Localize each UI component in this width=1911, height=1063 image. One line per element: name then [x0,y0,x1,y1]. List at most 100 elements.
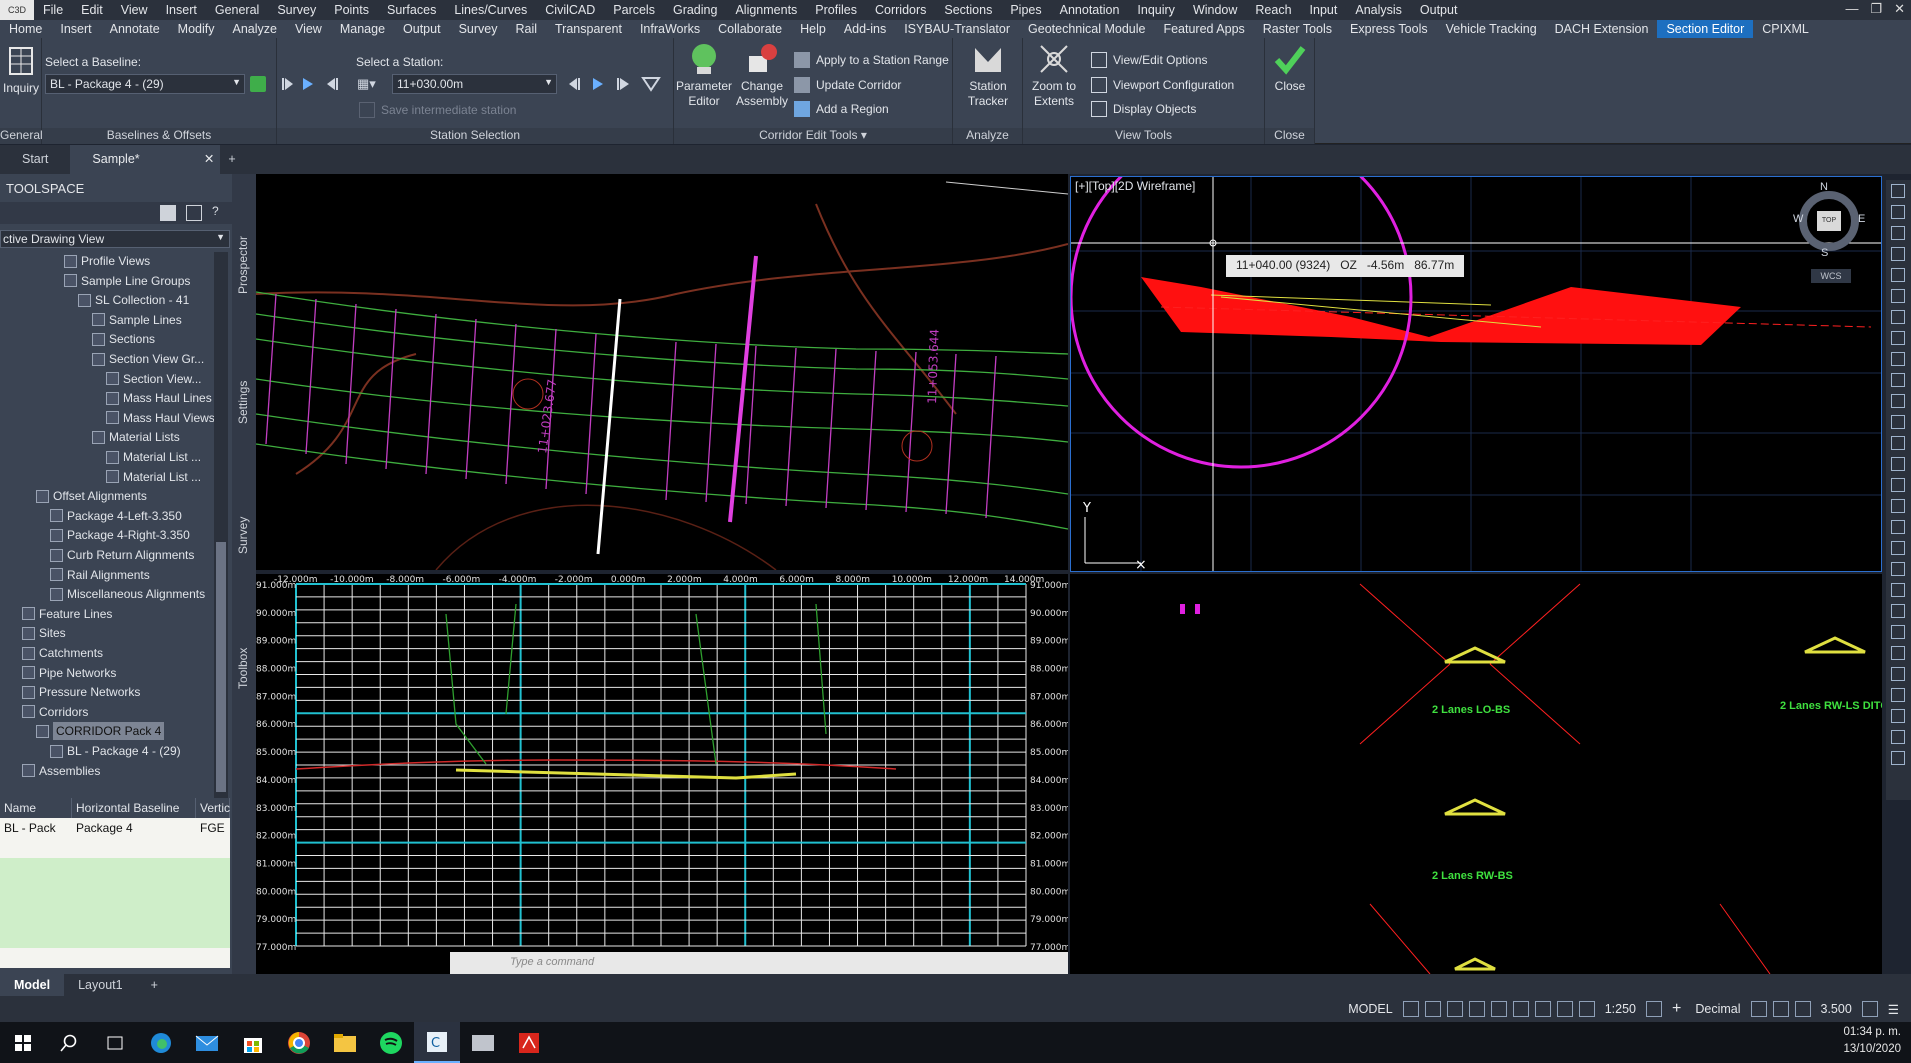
menu-item-survey[interactable]: Survey [268,3,325,17]
acrobat-icon[interactable] [506,1022,552,1063]
ribbon-tab-section-editor[interactable]: Section Editor [1657,20,1754,38]
palette-tool-icon[interactable] [1891,730,1905,744]
menu-item-alignments[interactable]: Alignments [726,3,806,17]
menu-item-lines-curves[interactable]: Lines/Curves [445,3,536,17]
tab-model[interactable]: Model [0,974,65,996]
tree-item[interactable]: Pressure Networks [22,683,140,701]
tab-sample[interactable]: Sample* ✕ [70,145,221,174]
viewport-section[interactable]: -12.000m -10.000m -8.000m -6.000m -4.000m -2.… [256,574,1068,974]
elevation-value[interactable]: 3.500 [1817,1002,1856,1016]
ribbon-tab-dach-extension[interactable]: DACH Extension [1546,20,1658,38]
tab-layout1[interactable]: Layout1 [64,974,136,996]
chrome-icon[interactable] [276,1022,322,1063]
tree-item[interactable]: Package 4-Left-3.350 [50,507,182,525]
restore-icon[interactable]: ❐ [1870,1,1882,17]
add-region-button[interactable]: Add a Region [794,101,889,117]
tree-item[interactable]: Offset Alignments [36,487,147,505]
tree-item[interactable]: Sample Lines [92,311,182,329]
grid-cell-vertical[interactable]: FGE [196,818,230,838]
close-editor-button[interactable]: Close [1267,42,1313,94]
tree-item[interactable]: Material List ... [106,448,201,466]
ribbon-tab-analyze[interactable]: Analyze [223,20,285,38]
menu-item-insert[interactable]: Insert [157,3,206,17]
baseline-select[interactable]: BL - Package 4 - (29) ▼ [45,74,245,94]
viewport-configuration-button[interactable]: Viewport Configuration [1091,77,1234,93]
ribbon-tab-vehicle-tracking[interactable]: Vehicle Tracking [1437,20,1546,38]
palette-tool-icon[interactable] [1891,583,1905,597]
palette-tool-icon[interactable] [1891,667,1905,681]
annotation-visibility-icon[interactable] [1578,1001,1595,1017]
palette-tool-icon[interactable] [1891,646,1905,660]
tree-item[interactable]: Pipe Networks [22,664,116,682]
tab-start[interactable]: Start [0,145,70,174]
gear-icon[interactable] [1646,1001,1662,1017]
app-logo[interactable]: C3D [0,0,34,20]
viewport-assembly[interactable]: 2 Lanes LO-BS 2 Lanes RW-LS DITC 2 Lanes… [1070,574,1882,974]
new-tab-icon[interactable]: + [220,145,243,174]
file-explorer-icon[interactable] [322,1022,368,1063]
palette-tool-icon[interactable] [1891,436,1905,450]
ribbon-tab-rail[interactable]: Rail [506,20,546,38]
ribbon-tab-output[interactable]: Output [394,20,450,38]
tree-item[interactable]: Rail Alignments [50,566,150,584]
command-line[interactable]: Type a command [450,952,1068,974]
ribbon-tab-manage[interactable]: Manage [331,20,394,38]
help-icon[interactable]: ? [212,204,219,218]
toolspace-view-icon[interactable] [186,205,202,221]
palette-tool-icon[interactable] [1891,520,1905,534]
tree-item[interactable]: Miscellaneous Alignments [50,585,205,603]
system-clock[interactable]: 01:34 p. m. 13/10/2020 [1843,1024,1901,1058]
search-icon[interactable] [46,1022,92,1063]
menu-item-pipes[interactable]: Pipes [1001,3,1050,17]
lineweight-icon[interactable] [1512,1001,1529,1017]
display-objects-button[interactable]: Display Objects [1091,101,1196,117]
menu-item-annotation[interactable]: Annotation [1051,3,1129,17]
wcs-menu[interactable]: WCS [1811,269,1851,283]
palette-tool-icon[interactable] [1891,247,1905,261]
palette-tool-icon[interactable] [1891,268,1905,282]
tree-item[interactable]: Section View Gr... [92,350,204,368]
palette-tool-icon[interactable] [1891,499,1905,513]
ribbon-tab-help[interactable]: Help [791,20,835,38]
menu-item-inquiry[interactable]: Inquiry [1128,3,1184,17]
menu-item-view[interactable]: View [112,3,157,17]
tree-item[interactable]: Sites [22,624,66,642]
model-space-button[interactable]: MODEL [1344,1002,1396,1016]
apply-station-range-button[interactable]: Apply to a Station Range [794,52,949,68]
plus-icon[interactable]: + [1668,1000,1685,1018]
tab-prospector[interactable]: Prospector [236,236,250,294]
palette-tool-icon[interactable] [1891,289,1905,303]
palette-tool-icon[interactable] [1891,457,1905,471]
quick-properties-icon[interactable] [1750,1001,1767,1017]
menu-item-window[interactable]: Window [1184,3,1246,17]
lock-ui-icon[interactable] [1772,1001,1789,1017]
ribbon-tab-modify[interactable]: Modify [169,20,224,38]
tree-item[interactable]: Curb Return Alignments [50,546,194,564]
ribbon-tab-raster-tools[interactable]: Raster Tools [1254,20,1341,38]
tab-settings[interactable]: Settings [236,381,250,424]
task-view-icon[interactable] [92,1022,138,1063]
menu-item-general[interactable]: General [206,3,268,17]
palette-tool-icon[interactable] [1891,310,1905,324]
close-icon[interactable]: ✕ [1894,1,1905,17]
mail-icon[interactable] [184,1022,230,1063]
tree-item[interactable]: Sample Line Groups [64,272,190,290]
tree-item[interactable]: Package 4-Right-3.350 [50,526,190,544]
tree-item[interactable]: Mass Haul Views [106,409,214,427]
update-corridor-button[interactable]: Update Corridor [794,77,901,93]
menu-item-parcels[interactable]: Parcels [604,3,664,17]
station-nav-icons[interactable] [281,74,351,94]
palette-tool-icon[interactable] [1891,352,1905,366]
app-window-icon[interactable] [460,1022,506,1063]
menu-item-edit[interactable]: Edit [72,3,112,17]
tree-item[interactable]: Material Lists [92,428,180,446]
civil3d-icon[interactable]: C [414,1022,460,1063]
ribbon-tab-express-tools[interactable]: Express Tools [1341,20,1437,38]
tree-item[interactable]: CORRIDOR Pack 4 [36,722,165,741]
palette-tool-icon[interactable] [1891,394,1905,408]
snap-icon[interactable] [1424,1001,1441,1017]
menu-item-points[interactable]: Points [325,3,378,17]
menu-item-civilcad[interactable]: CivilCAD [536,3,604,17]
grid-cell-baseline[interactable]: Package 4 [72,818,196,838]
inquiry-button[interactable]: Inquiry [2,44,40,96]
